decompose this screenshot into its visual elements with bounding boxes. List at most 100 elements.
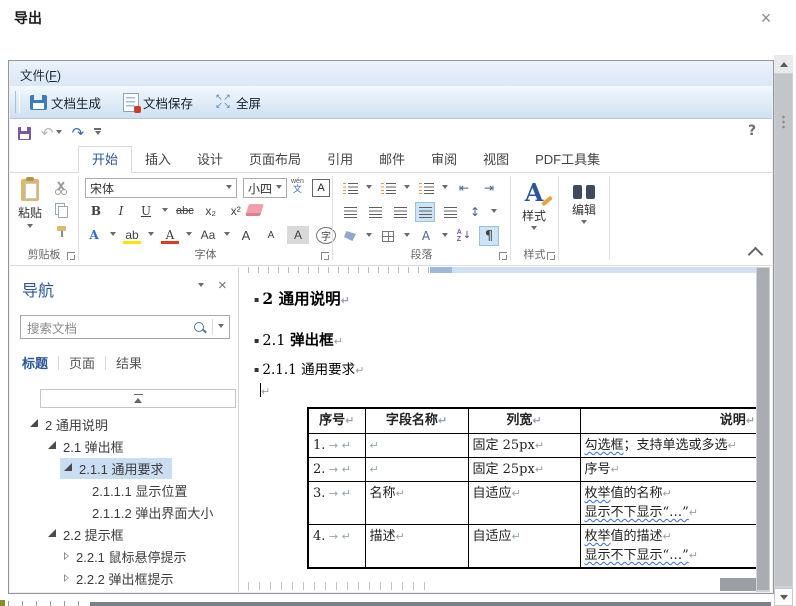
line-spacing-dropdown-icon[interactable] xyxy=(491,209,497,216)
nav-tab-1[interactable]: 标题 xyxy=(22,353,48,372)
doc-generate-button[interactable]: 文档生成 xyxy=(26,90,109,115)
copy-button[interactable] xyxy=(55,203,67,216)
sort-button[interactable]: AZ↓ xyxy=(455,227,473,245)
tree-item-6[interactable]: 2.2 提示框 xyxy=(10,523,238,545)
superscript-button[interactable]: x² xyxy=(227,202,245,220)
highlight-button-dropdown-icon[interactable] xyxy=(148,232,154,239)
nav-tab-3[interactable]: 结果 xyxy=(116,353,142,372)
grow-font-button[interactable]: A xyxy=(237,226,255,244)
expanded-triangle-icon[interactable] xyxy=(48,442,56,450)
shrink-font-button[interactable]: A xyxy=(262,226,280,244)
tree-item-8[interactable]: 2.2.2 弹出框提示 xyxy=(10,567,238,589)
editing-button[interactable]: 编辑 xyxy=(567,185,601,227)
character-shading-button[interactable]: A xyxy=(287,226,309,244)
text-effects-button[interactable]: A xyxy=(85,226,103,244)
multilevel-list-button[interactable] xyxy=(417,179,435,197)
justify-button[interactable] xyxy=(416,203,434,221)
font-color-button-dropdown-icon[interactable] xyxy=(186,232,192,239)
change-case-button-dropdown-icon[interactable] xyxy=(224,232,230,239)
save-icon[interactable] xyxy=(18,127,31,140)
outer-vertical-scrollbar[interactable] xyxy=(774,55,793,606)
clipboard-dialog-launcher-icon[interactable] xyxy=(67,252,75,260)
borders-button[interactable] xyxy=(379,227,397,245)
tree-item-4[interactable]: 2.1.1.1 显示位置 xyxy=(10,479,238,501)
text-effects-button-dropdown-icon[interactable] xyxy=(110,232,116,239)
format-painter-button[interactable] xyxy=(55,225,68,238)
font-name-combo[interactable]: 宋体 xyxy=(85,178,237,198)
show-marks-button[interactable]: ¶ xyxy=(480,227,498,245)
align-center-button[interactable] xyxy=(366,203,384,221)
ribbon-tab-5[interactable]: 引用 xyxy=(314,147,366,172)
search-input[interactable]: 搜索文档 xyxy=(20,315,230,339)
italic-button[interactable]: I xyxy=(112,202,130,220)
change-case-button[interactable]: Aa xyxy=(199,226,217,244)
line-spacing-button[interactable]: ↕ xyxy=(466,203,484,221)
indent-decrease-button[interactable]: ⇤ xyxy=(455,179,473,197)
styles-button[interactable]: A 样式 xyxy=(517,181,551,233)
scroll-up-icon[interactable] xyxy=(774,55,793,73)
clear-formatting-button[interactable] xyxy=(247,204,262,216)
document-table[interactable]: 序号↵字段名称↵列宽↵说明↵ 1. → ↵↵固定 25px↵勾选框；支持单选或多… xyxy=(307,407,756,569)
ribbon-tab-4[interactable]: 页面布局 xyxy=(236,147,314,172)
shading-button[interactable] xyxy=(341,227,359,245)
collapsed-triangle-icon[interactable] xyxy=(64,552,69,560)
ribbon-tab-6[interactable]: 邮件 xyxy=(366,147,418,172)
horizontal-scroll-thumb[interactable] xyxy=(720,578,756,591)
char-scale-dropdown-icon[interactable] xyxy=(442,233,448,240)
expanded-triangle-icon[interactable] xyxy=(30,420,38,428)
undo-dropdown-icon[interactable] xyxy=(56,130,62,137)
close-icon[interactable]: × xyxy=(754,6,778,30)
tree-item-3[interactable]: 2.1.1 通用要求 xyxy=(10,457,238,479)
fullscreen-button[interactable]: ↖↗↙↘全屏 xyxy=(211,90,269,115)
align-right-button[interactable] xyxy=(391,203,409,221)
distribute-button[interactable] xyxy=(441,203,459,221)
subscript-button[interactable]: x₂ xyxy=(202,202,220,220)
paste-dropdown-icon[interactable] xyxy=(27,224,33,231)
document-scroll-thumb[interactable] xyxy=(757,268,769,590)
paste-button[interactable]: 粘贴 xyxy=(12,175,48,235)
multilevel-list-dropdown-icon[interactable] xyxy=(442,185,448,192)
ribbon-tab-8[interactable]: 视图 xyxy=(470,147,522,172)
search-dropdown-icon[interactable] xyxy=(218,324,224,331)
ribbon-tab-7[interactable]: 审阅 xyxy=(418,147,470,172)
ribbon-tab-9[interactable]: PDF工具集 xyxy=(522,147,613,172)
bold-button[interactable]: B xyxy=(87,202,105,220)
undo-icon[interactable]: ↶ xyxy=(41,126,54,141)
align-left-button[interactable] xyxy=(341,203,359,221)
bullet-list-button[interactable] xyxy=(341,179,359,197)
expanded-triangle-icon[interactable] xyxy=(48,530,56,538)
redo-icon[interactable]: ↷ xyxy=(72,126,85,141)
ribbon-tab-1[interactable]: 开始 xyxy=(78,146,132,173)
expanded-triangle-icon[interactable] xyxy=(64,464,72,472)
collapsed-triangle-icon[interactable] xyxy=(64,574,69,582)
font-size-combo[interactable]: 小四 xyxy=(243,178,287,198)
tree-item-5[interactable]: 2.1.1.2 弹出界面大小 xyxy=(10,501,238,523)
file-menu[interactable]: 文件(F) xyxy=(10,65,71,84)
number-list-button[interactable] xyxy=(379,179,397,197)
indent-increase-button[interactable]: ⇥ xyxy=(480,179,498,197)
doc-save-button[interactable]: 文档保存 xyxy=(119,90,201,115)
paragraph-dialog-launcher-icon[interactable] xyxy=(499,252,507,260)
document-vertical-scrollbar[interactable] xyxy=(756,267,770,592)
underline-button[interactable]: U xyxy=(137,202,155,220)
jump-to-top-button[interactable] xyxy=(40,389,236,408)
customize-qat-icon[interactable] xyxy=(94,128,101,138)
underline-dropdown-icon[interactable] xyxy=(162,208,168,215)
font-color-button[interactable]: A xyxy=(161,226,179,244)
scrollbar-thumb[interactable] xyxy=(775,74,792,586)
tree-item-7[interactable]: 2.2.1 鼠标悬停提示 xyxy=(10,545,238,567)
character-border-button[interactable]: A xyxy=(312,179,330,197)
tree-item-2[interactable]: 2.1 弹出框 xyxy=(10,435,238,457)
nav-tab-2[interactable]: 页面 xyxy=(69,353,95,372)
nav-options-dropdown-icon[interactable] xyxy=(198,283,204,290)
search-icon[interactable] xyxy=(194,322,204,332)
font-dialog-launcher-icon[interactable] xyxy=(321,252,329,260)
char-scale-button[interactable]: A xyxy=(417,227,435,245)
cut-button[interactable] xyxy=(54,181,68,195)
nav-close-icon[interactable]: × xyxy=(218,277,227,294)
shading-dropdown-icon[interactable] xyxy=(366,233,372,240)
styles-dialog-launcher-icon[interactable] xyxy=(547,252,555,260)
bullet-list-dropdown-icon[interactable] xyxy=(366,185,372,192)
strikethrough-button[interactable]: abc xyxy=(175,202,195,220)
ribbon-tab-2[interactable]: 插入 xyxy=(132,147,184,172)
